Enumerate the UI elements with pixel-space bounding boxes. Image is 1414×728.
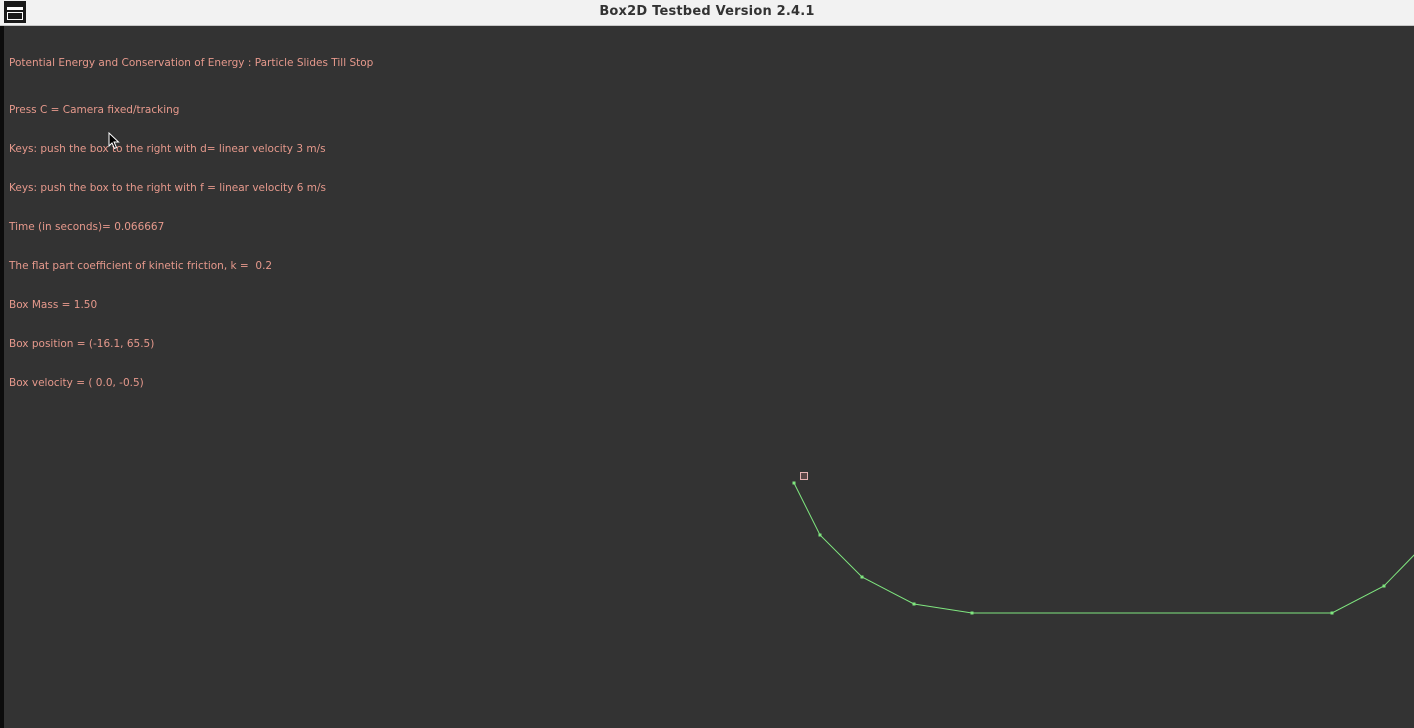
hud-line-velocity: Box velocity = ( 0.0, -0.5) xyxy=(9,377,144,389)
simulation-viewport[interactable]: Potential Energy and Conservation of Ene… xyxy=(4,26,1414,728)
hud-line-key-d: Keys: push the box to the right with d= … xyxy=(9,143,326,155)
ground-vertex xyxy=(860,575,864,579)
ground-vertex xyxy=(1330,611,1334,615)
hud-line-time: Time (in seconds)= 0.066667 xyxy=(9,221,165,233)
hud-line-key-f: Keys: push the box to the right with f =… xyxy=(9,182,326,194)
ground-vertex xyxy=(818,533,822,537)
sliding-box xyxy=(800,472,808,480)
mouse-pointer-icon xyxy=(108,132,120,150)
title-bar[interactable]: Box2D Testbed Version 2.4.1 xyxy=(0,0,1414,26)
ground-vertex xyxy=(1382,584,1386,588)
ground-vertex xyxy=(970,611,974,615)
hud-line-camera: Press C = Camera fixed/tracking xyxy=(9,104,180,116)
hud-text-panel: Potential Energy and Conservation of Ene… xyxy=(9,31,373,416)
hud-line-mass: Box Mass = 1.50 xyxy=(9,299,98,311)
ground-vertex xyxy=(912,602,916,606)
window-title: Box2D Testbed Version 2.4.1 xyxy=(599,4,815,19)
ground-vertex xyxy=(792,481,796,485)
hud-line-friction: The flat part coefficient of kinetic fri… xyxy=(9,260,273,272)
ground-curve xyxy=(793,482,1414,614)
hud-line-position: Box position = (-16.1, 65.5) xyxy=(9,338,155,350)
test-title: Potential Energy and Conservation of Ene… xyxy=(9,57,374,69)
testbed-window: Box2D Testbed Version 2.4.1 Potential En… xyxy=(0,0,1414,728)
